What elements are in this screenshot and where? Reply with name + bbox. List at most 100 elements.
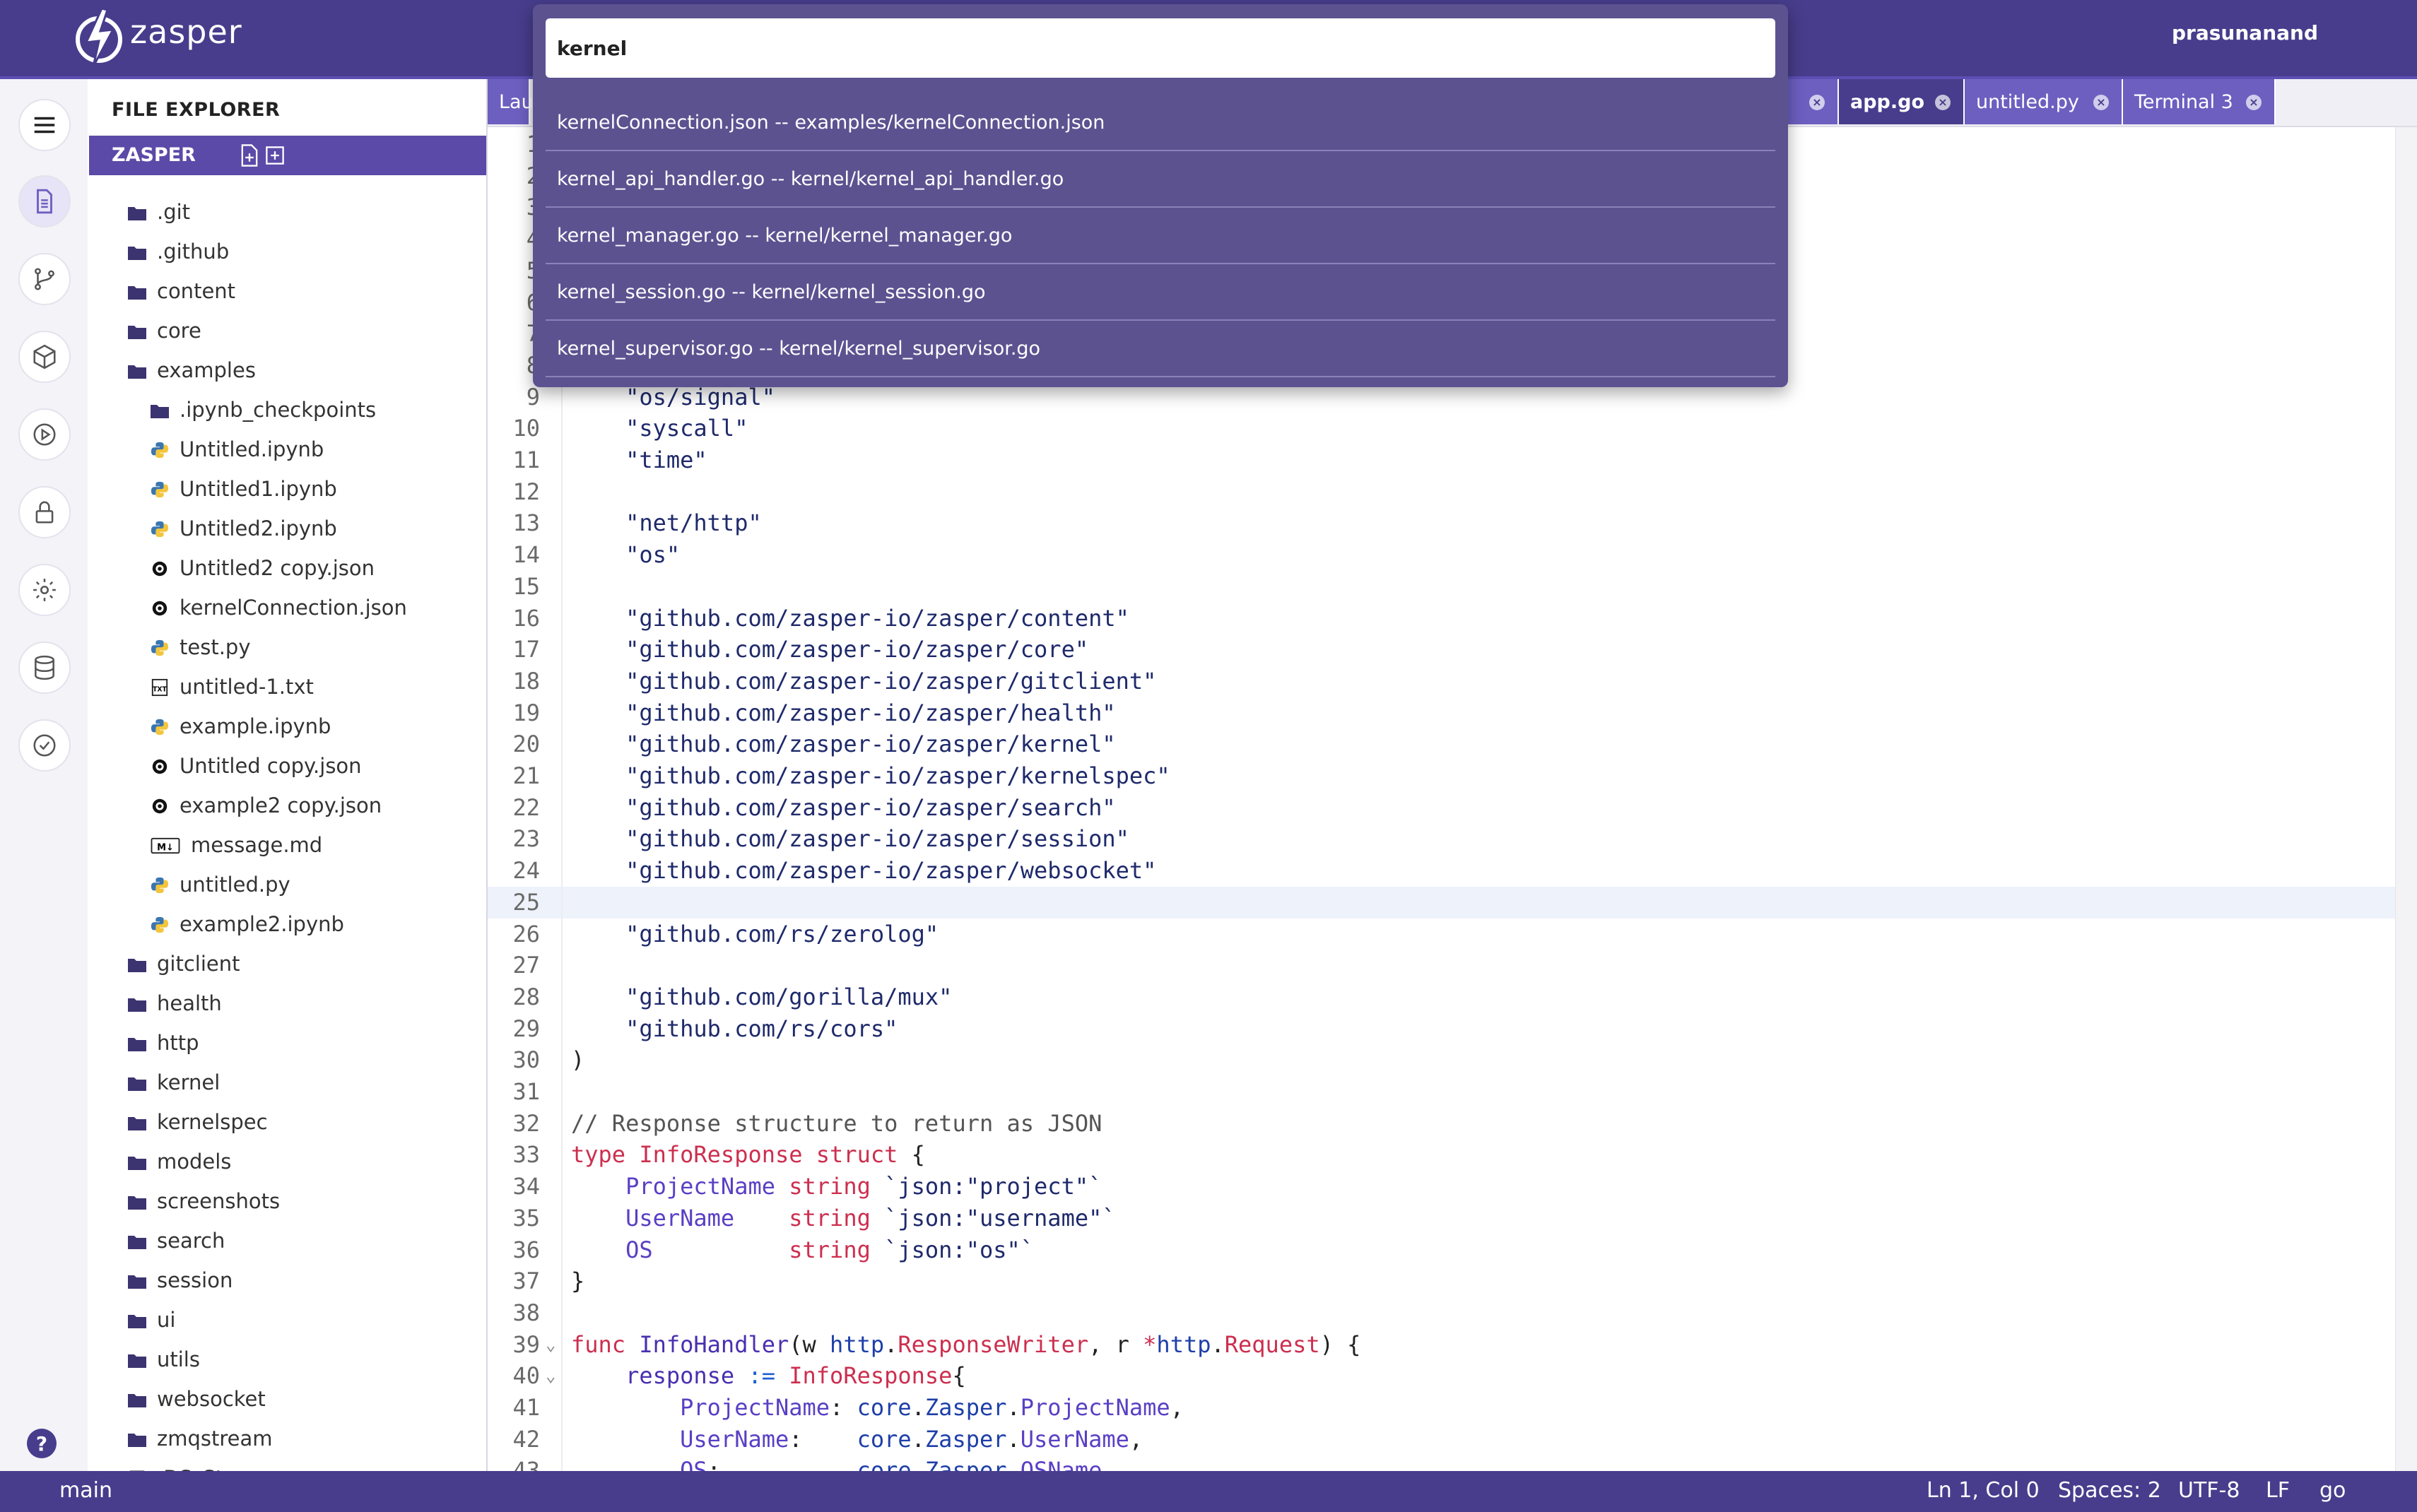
code-line[interactable]: 33 type InfoResponse struct { <box>488 1139 2396 1171</box>
code-line[interactable]: 37} <box>488 1265 2396 1297</box>
explorer-button[interactable] <box>18 175 71 228</box>
folder-item[interactable]: websocket <box>88 1379 486 1419</box>
folder-item[interactable]: kernelspec <box>88 1102 486 1142</box>
new-folder-icon[interactable] <box>264 144 286 167</box>
fold-chevron-icon[interactable]: ⌄ <box>546 1329 555 1361</box>
code-line[interactable]: 43 OS: core.Zasper.OSName <box>488 1455 2396 1471</box>
folder-item[interactable]: utils <box>88 1340 486 1379</box>
folder-item[interactable]: .ipynb_checkpoints <box>88 390 486 430</box>
code-line[interactable]: 35 UserName string `json:"username"` <box>488 1203 2396 1234</box>
git-button[interactable] <box>18 253 71 305</box>
folder-item[interactable]: zmqstream <box>88 1419 486 1458</box>
tab-app-go[interactable]: app.go × <box>1839 79 1965 124</box>
code-line[interactable]: 23 "github.com/zasper-io/zasper/session" <box>488 823 2396 855</box>
folder-item[interactable]: session <box>88 1260 486 1300</box>
code-line[interactable]: 34 ProjectName string `json:"project"` <box>488 1171 2396 1203</box>
database-button[interactable] <box>18 642 71 694</box>
folder-item[interactable]: ui <box>88 1300 486 1340</box>
folder-item[interactable]: .git <box>88 192 486 232</box>
code-line[interactable]: 26 "github.com/rs/zerolog" <box>488 919 2396 950</box>
run-button[interactable] <box>18 408 71 461</box>
folder-item[interactable]: content <box>88 271 486 311</box>
code-line[interactable]: 16 "github.com/zasper-io/zasper/content" <box>488 603 2396 634</box>
code-line[interactable]: 38 <box>488 1297 2396 1329</box>
secrets-button[interactable] <box>18 486 71 538</box>
code-line[interactable]: 10 "syscall" <box>488 413 2396 444</box>
menu-button[interactable] <box>18 99 71 151</box>
new-file-icon[interactable] <box>239 144 260 167</box>
code-line[interactable]: 36 OS string `json:"os"` <box>488 1234 2396 1266</box>
file-item[interactable]: example2.ipynb <box>88 904 486 944</box>
file-item[interactable]: example.ipynb <box>88 707 486 746</box>
palette-result[interactable]: kernelConnection.json -- examples/kernel… <box>546 95 1775 151</box>
code-line[interactable]: 40 ⌄ response := InfoResponse{ <box>488 1360 2396 1392</box>
folder-item[interactable]: kernel <box>88 1063 486 1102</box>
file-item[interactable]: example2 copy.json <box>88 786 486 825</box>
close-icon[interactable]: × <box>2093 95 2109 110</box>
editor-scrollbar[interactable] <box>2395 127 2417 1471</box>
code-line[interactable]: 31 <box>488 1076 2396 1108</box>
code-line[interactable]: 21 "github.com/zasper-io/zasper/kernelsp… <box>488 760 2396 792</box>
folder-item[interactable]: gitclient <box>88 944 486 984</box>
code-line[interactable]: 41 ProjectName: core.Zasper.ProjectName, <box>488 1392 2396 1424</box>
close-icon[interactable]: × <box>1809 95 1825 110</box>
project-header[interactable]: ZASPER <box>89 136 486 175</box>
code-line[interactable]: 14 "os" <box>488 539 2396 571</box>
tab-launcher[interactable]: Lau <box>488 79 534 124</box>
code-line[interactable]: 20 "github.com/zasper-io/zasper/kernel" <box>488 728 2396 760</box>
code-line[interactable]: 28 "github.com/gorilla/mux" <box>488 981 2396 1013</box>
code-line[interactable]: 22 "github.com/zasper-io/zasper/search" <box>488 792 2396 824</box>
palette-result[interactable]: kernel_session.go -- kernel/kernel_sessi… <box>546 264 1775 321</box>
code-line[interactable]: 19 "github.com/zasper-io/zasper/health" <box>488 697 2396 729</box>
tab-hidden[interactable]: × <box>1788 79 1839 124</box>
file-item[interactable]: .DS_Store <box>88 1458 486 1471</box>
folder-item[interactable]: .github <box>88 232 486 271</box>
folder-item[interactable]: search <box>88 1221 486 1260</box>
file-item[interactable]: TXT untitled-1.txt <box>88 667 486 707</box>
code-line[interactable]: 39 ⌄ func InfoHandler(w http.ResponseWrite… <box>488 1329 2396 1361</box>
code-line[interactable]: 15 <box>488 571 2396 603</box>
palette-result[interactable]: kernel_manager.go -- kernel/kernel_manag… <box>546 208 1775 264</box>
language-status[interactable]: go <box>2319 1478 2346 1503</box>
code-line[interactable]: 13 "net/http" <box>488 507 2396 539</box>
file-item[interactable]: Untitled1.ipynb <box>88 469 486 509</box>
code-line[interactable]: 12 <box>488 476 2396 508</box>
code-line[interactable]: 24 "github.com/zasper-io/zasper/websocke… <box>488 855 2396 887</box>
tasks-button[interactable] <box>18 719 71 772</box>
file-item[interactable]: Untitled copy.json <box>88 746 486 786</box>
code-line[interactable]: 11 "time" <box>488 444 2396 476</box>
code-line[interactable]: 18 "github.com/zasper-io/zasper/gitclien… <box>488 666 2396 697</box>
file-item[interactable]: M↓ message.md <box>88 825 486 865</box>
folder-item[interactable]: http <box>88 1023 486 1063</box>
folder-item[interactable]: models <box>88 1142 486 1181</box>
palette-result[interactable]: kernel_api_handler.go -- kernel/kernel_a… <box>546 151 1775 208</box>
tab-terminal-3[interactable]: Terminal 3 × <box>2123 79 2276 124</box>
cursor-position[interactable]: Ln 1, Col 0 <box>1927 1478 2040 1503</box>
code-line[interactable]: 32 // Response structure to return as JSO… <box>488 1108 2396 1140</box>
settings-button[interactable] <box>18 564 71 616</box>
folder-item[interactable]: examples <box>88 350 486 390</box>
user-name[interactable]: prasunanand <box>2172 21 2318 45</box>
file-item[interactable]: Untitled2 copy.json <box>88 548 486 588</box>
help-button[interactable]: ? <box>27 1429 57 1458</box>
fold-chevron-icon[interactable]: ⌄ <box>546 1360 555 1392</box>
file-item[interactable]: untitled.py <box>88 865 486 904</box>
file-item[interactable]: Untitled.ipynb <box>88 430 486 469</box>
folder-item[interactable]: screenshots <box>88 1181 486 1221</box>
file-item[interactable]: kernelConnection.json <box>88 588 486 627</box>
palette-search-input[interactable] <box>546 18 1775 78</box>
folder-item[interactable]: health <box>88 984 486 1023</box>
git-branch-status[interactable]: main <box>59 1478 112 1503</box>
eol-status[interactable]: LF <box>2266 1478 2290 1503</box>
file-item[interactable]: Untitled2.ipynb <box>88 509 486 548</box>
code-line[interactable]: 29 "github.com/rs/cors" <box>488 1013 2396 1045</box>
close-icon[interactable]: × <box>2246 95 2262 110</box>
code-line[interactable]: 17 "github.com/zasper-io/zasper/core" <box>488 634 2396 666</box>
close-icon[interactable]: × <box>1935 95 1951 110</box>
code-line[interactable]: 42 UserName: core.Zasper.UserName, <box>488 1424 2396 1455</box>
code-line[interactable]: 25 <box>488 886 2396 919</box>
packages-button[interactable] <box>18 331 71 383</box>
code-line[interactable]: 30) <box>488 1044 2396 1076</box>
code-line[interactable]: 27 <box>488 950 2396 981</box>
file-item[interactable]: test.py <box>88 627 486 667</box>
